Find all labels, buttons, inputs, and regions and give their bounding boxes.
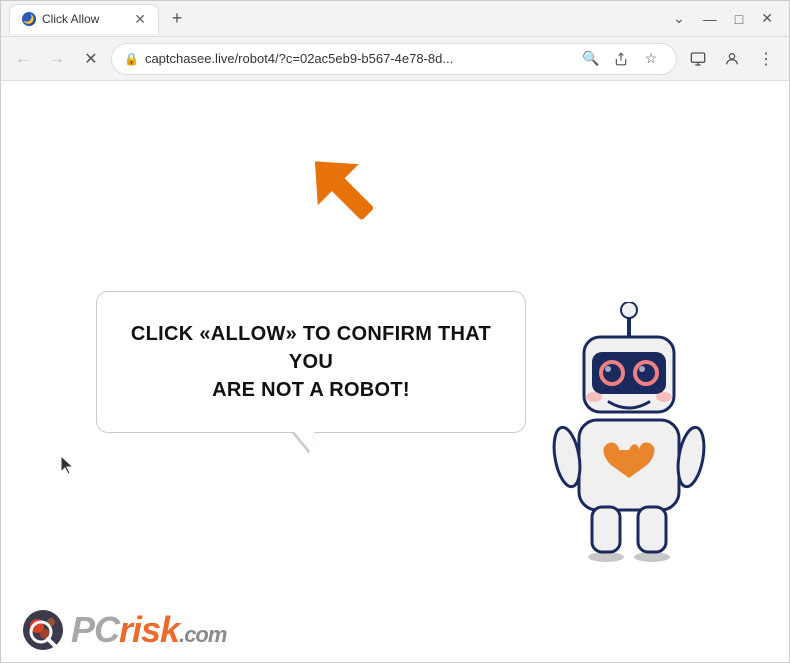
close-window-button[interactable]: ✕ — [761, 10, 773, 27]
address-bar: ← → ✕ 🔒 captchasee.live/robot4/?c=02ac5e… — [1, 37, 789, 81]
minimize-button[interactable]: — — [703, 11, 717, 27]
back-button[interactable]: ← — [9, 45, 37, 73]
share-icon[interactable] — [608, 46, 634, 72]
mouse-cursor — [61, 456, 73, 474]
url-bar[interactable]: 🔒 captchasee.live/robot4/?c=02ac5eb9-b56… — [111, 43, 677, 75]
search-icon[interactable]: 🔍 — [578, 46, 604, 72]
robot-image — [529, 302, 729, 582]
pcrisk-text: PCrisk.com — [71, 609, 226, 651]
chevron-down-icon[interactable]: ⌄ — [673, 10, 685, 27]
title-bar: 🌙 Click Allow ✕ + ⌄ — □ ✕ — [1, 1, 789, 37]
pcrisk-icon — [21, 608, 65, 652]
menu-icon[interactable]: ⋮ — [751, 44, 781, 74]
bubble-text: CLICK «ALLOW» TO CONFIRM THAT YOU ARE NO… — [127, 320, 495, 404]
reload-button[interactable]: ✕ — [77, 45, 105, 73]
url-text: captchasee.live/robot4/?c=02ac5eb9-b567-… — [145, 51, 572, 66]
new-tab-button[interactable]: + — [163, 5, 191, 33]
bookmark-icon[interactable]: ☆ — [638, 46, 664, 72]
pcrisk-watermark: PCrisk.com — [21, 608, 226, 652]
profile-icon[interactable] — [717, 44, 747, 74]
arrow-pointer — [291, 141, 411, 251]
browser-window: 🌙 Click Allow ✕ + ⌄ — □ ✕ ← → ✕ 🔒 captch… — [0, 0, 790, 663]
maximize-button[interactable]: □ — [735, 11, 743, 27]
extensions-icon[interactable] — [683, 44, 713, 74]
page-content: CLICK «ALLOW» TO CONFIRM THAT YOU ARE NO… — [1, 81, 789, 662]
lock-icon: 🔒 — [124, 52, 139, 66]
speech-bubble: CLICK «ALLOW» TO CONFIRM THAT YOU ARE NO… — [96, 291, 526, 433]
tab-title: Click Allow — [42, 12, 128, 26]
tab-favicon: 🌙 — [22, 12, 36, 26]
url-actions: 🔍 ☆ — [578, 46, 664, 72]
tab-close-button[interactable]: ✕ — [134, 12, 146, 26]
browser-tab[interactable]: 🌙 Click Allow ✕ — [9, 4, 159, 34]
toolbar-actions: ⋮ — [683, 44, 781, 74]
forward-button[interactable]: → — [43, 45, 71, 73]
window-controls: ⌄ — □ ✕ — [673, 10, 781, 27]
